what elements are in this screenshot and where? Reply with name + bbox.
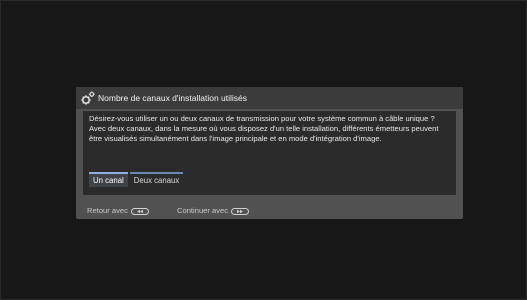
channel-options: Un canal Deux canaux xyxy=(89,172,184,189)
dialog-body: Désirez-vous utiliser un ou deux canaux … xyxy=(83,111,456,195)
fast-forward-key-icon xyxy=(231,207,250,215)
channel-count-dialog: Nombre de canaux d'installation utilisés… xyxy=(76,87,463,219)
continue-hint[interactable]: Continuer avec xyxy=(177,206,250,215)
option-one-channel[interactable]: Un canal xyxy=(89,172,128,187)
continue-label: Continuer avec xyxy=(177,206,229,215)
dialog-header: Nombre de canaux d'installation utilisés xyxy=(76,87,463,109)
settings-gear-icon xyxy=(81,91,95,105)
tv-screen: Nombre de canaux d'installation utilisés… xyxy=(0,0,527,300)
dialog-message: Désirez-vous utiliser un ou deux canaux … xyxy=(89,114,439,143)
dialog-title: Nombre de canaux d'installation utilisés xyxy=(98,93,248,103)
rewind-key-icon xyxy=(130,207,149,215)
option-two-channels[interactable]: Deux canaux xyxy=(129,172,184,187)
back-label: Retour avec xyxy=(87,206,128,215)
back-hint[interactable]: Retour avec xyxy=(87,206,149,215)
